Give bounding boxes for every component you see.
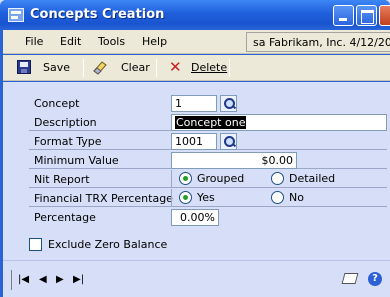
concept-form: Concept 1 Description Concept one Format…	[3, 82, 390, 260]
financial-trx-yes-radio[interactable]	[179, 191, 192, 204]
exclude-zero-balance-checkbox[interactable]	[29, 238, 42, 251]
percentage-label: Percentage	[34, 211, 96, 224]
window-title: Concepts Creation	[30, 7, 165, 22]
menu-edit[interactable]: Edit	[60, 35, 81, 48]
concept-row: Concept 1	[29, 94, 387, 112]
format-type-label: Format Type	[34, 135, 102, 148]
financial-trx-row: Financial TRX Percentage Yes No	[29, 189, 387, 207]
company-info-text: sa Fabrikam, Inc. 4/12/2017	[253, 36, 390, 49]
note-icon[interactable]	[341, 273, 359, 284]
concept-lookup-magnifier-icon[interactable]	[220, 95, 237, 112]
clear-label: Clear	[121, 61, 150, 74]
percentage-input[interactable]: 0.00%	[171, 209, 219, 226]
previous-record-icon[interactable]: ◀	[39, 273, 47, 287]
nit-report-grouped-radio[interactable]	[179, 172, 192, 185]
minimum-value-value: $0.00	[261, 154, 294, 167]
form-area: Concept 1 Description Concept one Format…	[3, 82, 390, 297]
financial-trx-no-label[interactable]: No	[289, 191, 304, 204]
help-icon[interactable]: ?	[368, 272, 382, 286]
company-info-box: sa Fabrikam, Inc. 4/12/2017	[246, 32, 390, 52]
exclude-zero-balance-label[interactable]: Exclude Zero Balance	[48, 238, 167, 251]
description-value: Concept one	[175, 116, 247, 129]
percentage-row: Percentage 0.00%	[29, 208, 387, 226]
minimum-value-input[interactable]: $0.00	[171, 152, 297, 169]
format-type-lookup-magnifier-icon[interactable]	[220, 133, 237, 150]
financial-trx-no-radio[interactable]	[271, 191, 284, 204]
toolbar-separator	[83, 59, 84, 77]
percentage-value: 0.00%	[180, 211, 215, 224]
clear-button[interactable]: Clear	[121, 61, 150, 74]
nit-report-detailed-radio[interactable]	[271, 172, 284, 185]
row-divider-vertical	[171, 170, 172, 188]
last-record-icon[interactable]: ▶|	[73, 273, 84, 287]
maximize-button[interactable]	[356, 5, 377, 26]
menu-tools[interactable]: Tools	[98, 35, 125, 48]
save-button[interactable]: Save	[43, 61, 70, 74]
minimize-button[interactable]	[333, 5, 354, 26]
format-type-row: Format Type 1001	[29, 132, 387, 150]
financial-trx-yes-label[interactable]: Yes	[197, 191, 215, 204]
toolbar: Save Clear ✕ Delete	[3, 55, 390, 81]
nit-report-label: Nit Report	[34, 173, 90, 186]
format-type-input[interactable]: 1001	[171, 133, 217, 150]
title-bar[interactable]: Concepts Creation	[0, 0, 390, 30]
floppy-disk-icon	[17, 60, 31, 74]
nit-report-detailed-label[interactable]: Detailed	[289, 172, 335, 185]
toolbar-separator	[156, 59, 157, 77]
record-navigation: |◀ ◀ ▶ ▶|	[11, 270, 105, 290]
red-x-icon: ✕	[169, 58, 182, 76]
delete-button[interactable]: Delete	[191, 61, 227, 74]
eraser-icon	[93, 61, 107, 75]
close-button[interactable]	[379, 5, 390, 26]
minimum-value-row: Minimum Value $0.00	[29, 151, 387, 169]
menu-file[interactable]: File	[25, 35, 43, 48]
app-window-icon	[8, 8, 24, 22]
concept-input[interactable]: 1	[171, 95, 217, 112]
concept-value: 1	[175, 97, 182, 110]
concepts-creation-window: Concepts Creation File Edit Tools Help s…	[0, 0, 390, 297]
financial-trx-label: Financial TRX Percentage	[34, 192, 173, 205]
first-record-icon[interactable]: |◀	[18, 273, 29, 287]
bottom-bar: |◀ ◀ ▶ ▶| ?	[3, 260, 390, 297]
nit-report-grouped-label[interactable]: Grouped	[197, 172, 244, 185]
format-type-value: 1001	[175, 135, 203, 148]
nit-report-row: Nit Report Grouped Detailed	[29, 170, 387, 188]
concept-label: Concept	[34, 97, 80, 110]
next-record-icon[interactable]: ▶	[56, 273, 64, 287]
description-value-wrap: Concept one	[175, 116, 247, 129]
menu-bar: File Edit Tools Help sa Fabrikam, Inc. 4…	[3, 30, 390, 54]
minimum-value-label: Minimum Value	[34, 154, 119, 167]
menu-help[interactable]: Help	[142, 35, 167, 48]
description-row: Description Concept one	[29, 113, 387, 131]
description-input[interactable]: Concept one	[171, 114, 387, 131]
description-label: Description	[34, 116, 97, 129]
toolbar-separator	[229, 59, 230, 77]
row-divider-vertical	[171, 189, 172, 207]
